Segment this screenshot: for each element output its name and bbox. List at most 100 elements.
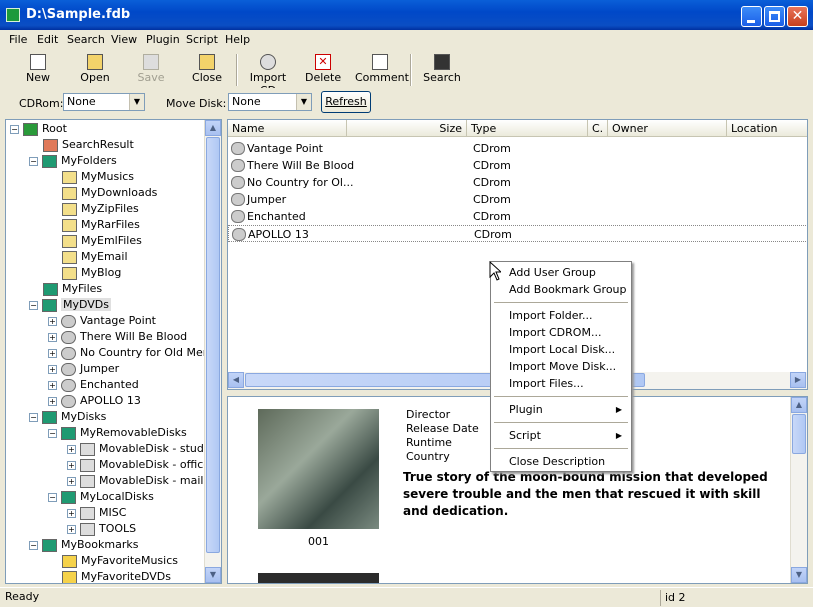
maximize-button[interactable] (764, 6, 785, 27)
tree-node-folder-item[interactable]: MyRarFiles (62, 217, 140, 233)
tree-node-dvd[interactable]: + Jumper (48, 361, 119, 377)
column-header-owner[interactable]: Owner (608, 120, 727, 137)
menu-import-cdrom[interactable]: Import CDROM... (492, 324, 630, 341)
cdrom-select[interactable]: None ▼ (63, 93, 145, 111)
tree-node-movable-disk[interactable]: + MovableDisk - mail (67, 473, 203, 489)
tree-node-searchresult[interactable]: SearchResult (43, 137, 134, 153)
comment-label: Comment (355, 71, 409, 84)
delete-button[interactable]: ✕ Delete (305, 52, 341, 88)
tree-scrollbar[interactable]: ▲ ▼ (204, 120, 221, 583)
column-header-size[interactable]: Size (347, 120, 467, 137)
tree-node-local-disk[interactable]: + TOOLS (67, 521, 136, 537)
menu-script[interactable]: Script ▶ (492, 427, 630, 444)
tree-node-dvd[interactable]: + Enchanted (48, 377, 139, 393)
tree-label: MyFavoriteDVDs (81, 570, 171, 583)
menu-file[interactable]: File (9, 33, 27, 46)
tree-node-folder-item[interactable]: MyDownloads (62, 185, 157, 201)
new-button[interactable]: New (20, 52, 56, 88)
menu-import-move-disk[interactable]: Import Move Disk... (492, 358, 630, 375)
column-header-name[interactable]: Name (228, 120, 347, 137)
save-button[interactable]: Save (133, 52, 169, 88)
minimize-button[interactable] (741, 6, 762, 27)
menu-close-description[interactable]: Close Description (492, 453, 630, 470)
folder-icon (62, 250, 77, 264)
column-header-type[interactable]: Type (467, 120, 588, 137)
tree-label: APOLLO 13 (80, 394, 141, 407)
folder-icon (62, 266, 77, 280)
list-row[interactable]: Jumper CDrom (228, 191, 807, 208)
close-x-icon: ✕ (791, 8, 804, 24)
menu-import-folder[interactable]: Import Folder... (492, 307, 630, 324)
tree-node-localdisks[interactable]: − MyLocalDisks (48, 489, 154, 505)
tree-node-movable-disk[interactable]: + MovableDisk - study (67, 441, 210, 457)
menu-plugin[interactable]: Plugin ▶ (492, 401, 630, 418)
list-row[interactable]: Enchanted CDrom (228, 208, 807, 225)
close-window-button[interactable]: ✕ (787, 6, 808, 27)
tree-node-folder-item[interactable]: MyEmail (62, 249, 128, 265)
tree-node-bookmark[interactable]: MyFavoriteDVDs (62, 569, 171, 583)
tree-node-local-disk[interactable]: + MISC (67, 505, 126, 521)
column-header-location[interactable]: Location (727, 120, 807, 137)
folder-tree[interactable]: − Root SearchResult − MyFolders MyMusics M… (5, 119, 222, 584)
movedisk-select[interactable]: None ▼ (228, 93, 312, 111)
tree-node-bookmark[interactable]: MyFavoriteMusics (62, 553, 178, 569)
tree-node-movable-disk[interactable]: + MovableDisk - office (67, 457, 210, 473)
drive-icon (80, 506, 95, 520)
open-button[interactable]: Open (76, 52, 114, 88)
close-button[interactable]: Close (188, 52, 226, 88)
tree-node-mydisks[interactable]: − MyDisks (29, 409, 106, 425)
menu-help[interactable]: Help (225, 33, 250, 46)
menu-script[interactable]: Script (186, 33, 218, 46)
chevron-down-icon[interactable]: ▼ (129, 94, 144, 110)
tree-node-folder-item[interactable]: MyEmlFiles (62, 233, 142, 249)
menu-add-bookmark-group[interactable]: Add Bookmark Group (492, 281, 630, 298)
refresh-button[interactable]: Refresh (321, 91, 371, 113)
menu-import-local-disk[interactable]: Import Local Disk... (492, 341, 630, 358)
search-button[interactable]: Search (422, 52, 462, 88)
tree-node-root[interactable]: − Root (10, 121, 67, 137)
menu-add-user-group[interactable]: Add User Group (492, 264, 630, 281)
tree-node-folder-item[interactable]: MyZipFiles (62, 201, 139, 217)
list-row[interactable]: There Will Be Blood CDrom (228, 157, 807, 174)
close-folder-icon (199, 54, 215, 70)
tree-node-dvd[interactable]: + APOLLO 13 (48, 393, 141, 409)
scroll-left-icon[interactable]: ◀ (228, 372, 244, 388)
menu-plugin[interactable]: Plugin (146, 33, 180, 46)
menu-plugin-label: Plugin (509, 403, 543, 416)
scroll-right-icon[interactable]: ▶ (790, 372, 806, 388)
scroll-up-icon[interactable]: ▲ (791, 397, 807, 413)
menu-search[interactable]: Search (67, 33, 105, 46)
tree-node-dvd[interactable]: + There Will Be Blood (48, 329, 187, 345)
tree-node-myfiles[interactable]: MyFiles (43, 281, 102, 297)
scroll-up-icon[interactable]: ▲ (205, 120, 221, 136)
folder-icon (62, 202, 77, 216)
menu-import-files[interactable]: Import Files... (492, 375, 630, 392)
scroll-down-icon[interactable]: ▼ (205, 567, 221, 583)
scroll-thumb[interactable] (206, 137, 220, 553)
tree-node-mydvds[interactable]: − MyDVDs (29, 297, 112, 313)
tree-node-dvd[interactable]: + Vantage Point (48, 313, 156, 329)
comment-button[interactable]: Comment (355, 52, 409, 88)
chevron-down-icon[interactable]: ▼ (296, 94, 311, 110)
list-row[interactable]: Vantage Point CDrom (228, 140, 807, 157)
tree-node-removable[interactable]: − MyRemovableDisks (48, 425, 187, 441)
column-header-c[interactable]: C. (588, 120, 608, 137)
list-row[interactable]: No Country for Ol... CDrom (228, 174, 807, 191)
description-scrollbar[interactable]: ▲ ▼ (790, 397, 807, 583)
tree-node-dvd[interactable]: + No Country for Old Men (48, 345, 210, 361)
tree-node-folder-item[interactable]: MyMusics (62, 169, 134, 185)
submenu-arrow-icon: ▶ (615, 405, 622, 414)
tree-label: MyFavoriteMusics (81, 554, 178, 567)
tree-label: MyDisks (61, 410, 107, 423)
tree-node-folder-item[interactable]: MyBlog (62, 265, 121, 281)
tree-node-myfolders[interactable]: − MyFolders (29, 153, 117, 169)
menu-view[interactable]: View (111, 33, 137, 46)
row-type: CDrom (473, 210, 511, 223)
menu-edit[interactable]: Edit (37, 33, 58, 46)
save-disk-icon (143, 54, 159, 70)
import-cd-button[interactable]: Import CD (242, 52, 294, 97)
scroll-down-icon[interactable]: ▼ (791, 567, 807, 583)
list-row-focused[interactable]: APOLLO 13 CDrom (228, 225, 807, 242)
tree-node-bookmarks[interactable]: − MyBookmarks (29, 537, 138, 553)
scroll-thumb[interactable] (792, 414, 806, 454)
